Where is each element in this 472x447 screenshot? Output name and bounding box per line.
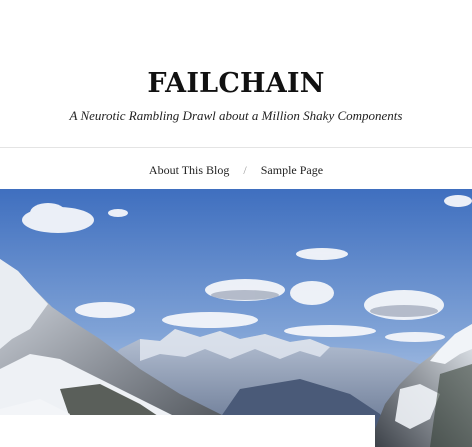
nav-link-about[interactable]: About This Blog	[149, 163, 229, 178]
site-header: FAILCHAIN A Neurotic Rambling Drawl abou…	[0, 0, 472, 148]
mountain-landscape-image	[0, 189, 472, 447]
main-navigation: About This Blog / Sample Page	[0, 160, 472, 180]
site-title[interactable]: FAILCHAIN	[0, 68, 472, 99]
site-tagline: A Neurotic Rambling Drawl about a Millio…	[69, 108, 403, 123]
content-area	[0, 415, 375, 447]
header-divider	[0, 147, 472, 148]
nav-link-sample-page[interactable]: Sample Page	[261, 163, 323, 178]
nav-separator: /	[243, 162, 247, 177]
header-image	[0, 189, 472, 447]
